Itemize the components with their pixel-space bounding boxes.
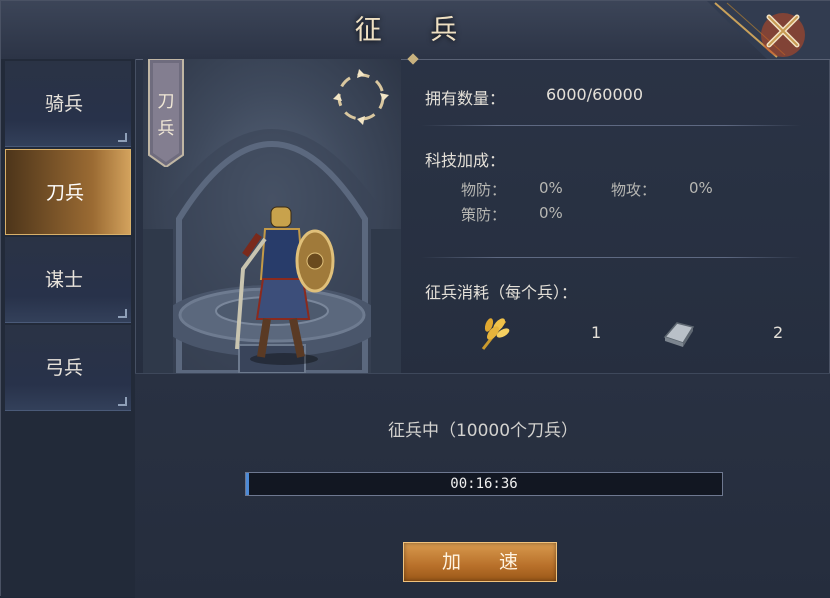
sidebar-item-cavalry[interactable]: 骑兵 [5,61,131,147]
corner-ornament [118,309,127,318]
sidebar-item-archer[interactable]: 弓兵 [5,325,131,411]
iron-ingot-icon [663,322,695,347]
corner-ornament [118,133,127,142]
wheat-icon [481,318,510,350]
close-icon[interactable] [761,9,805,53]
recruit-status-text: 征兵中（10000个刀兵） [387,421,579,441]
owned-count-label: 拥有数量： [425,89,506,108]
sidebar-item-strategist[interactable]: 谋士 [5,237,131,323]
owned-count-value: 6000/60000 [546,85,644,104]
rotate-icon[interactable] [329,65,393,129]
window-title: 征 兵 [354,15,478,46]
corner-ornament [118,397,127,406]
recruit-progress-bar: 00:16:36 [245,472,723,496]
strat-def-label: 策防： [461,206,507,224]
sidebar-item-label: 刀兵 [46,182,85,204]
recruit-timer: 00:16:36 [450,476,518,492]
strat-def-value: 0% [539,204,563,222]
iron-cost-value: 2 [773,323,784,342]
banner-char-2: 兵 [157,119,175,139]
unit-info-panel: 拥有数量： 6000/60000 科技加成： 物防： 0% 物攻： 0% 策防：… [401,59,830,373]
sidebar-item-blade-soldier[interactable]: 刀兵 [5,149,131,235]
tech-bonus-label: 科技加成： [425,151,506,170]
phys-atk-value: 0% [689,179,713,197]
recruit-window: 征 兵 骑兵 刀兵 谋士 弓兵 刀 兵 拥有数量： 6000/60000 科技加… [0,0,830,598]
blade-soldier-figure [235,206,335,365]
unit-type-sidebar: 骑兵 刀兵 谋士 弓兵 [1,59,136,597]
divider [421,257,801,258]
phys-def-value: 0% [539,179,563,197]
sidebar-item-label: 弓兵 [45,357,84,379]
recruit-cost-label: 征兵消耗（每个兵）： [425,283,578,302]
unit-portrait: 刀 兵 [143,59,401,373]
phys-atk-label: 物攻： [611,181,657,199]
divider [421,125,801,126]
grain-cost-value: 1 [591,323,602,342]
speed-up-button[interactable]: 加 速 [403,542,557,582]
banner-char-1: 刀 [157,92,175,112]
sidebar-item-label: 谋士 [45,269,84,291]
sidebar-item-label: 骑兵 [45,93,84,115]
phys-def-label: 物防： [461,181,507,199]
recruit-progress-section: 征兵中（10000个刀兵） 00:16:36 加 速 [135,373,830,598]
unit-banner-label: 刀 兵 [147,89,185,143]
title-bar: 征 兵 [1,1,830,65]
